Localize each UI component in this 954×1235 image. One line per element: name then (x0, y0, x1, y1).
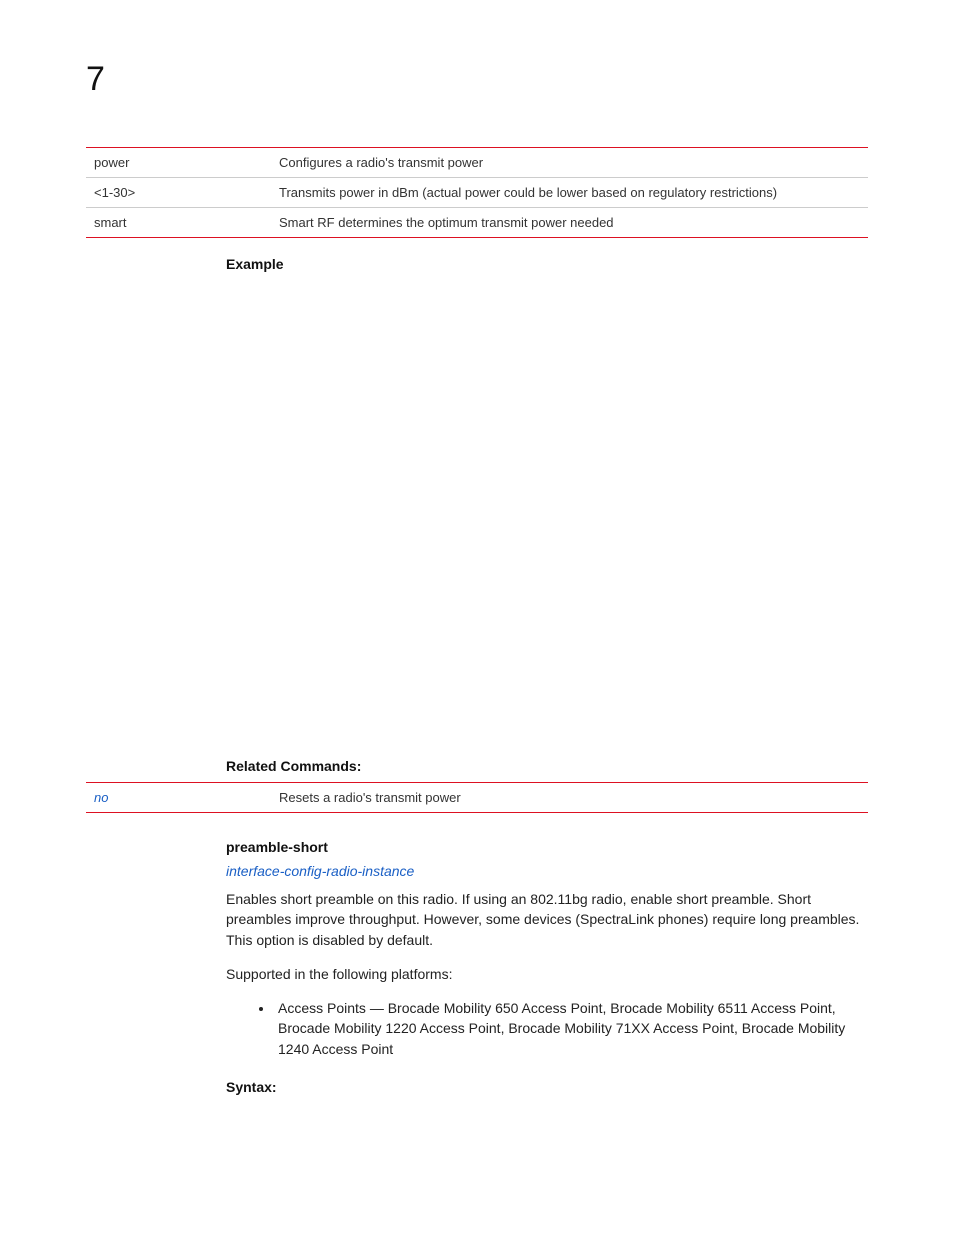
platform-list: Access Points — Brocade Mobility 650 Acc… (226, 998, 868, 1059)
list-item: Access Points — Brocade Mobility 650 Acc… (274, 998, 868, 1059)
example-heading: Example (226, 256, 868, 272)
table-row: no Resets a radio's transmit power (86, 783, 868, 813)
preamble-short-heading: preamble-short (226, 839, 868, 855)
related-cmd-desc: Resets a radio's transmit power (271, 783, 868, 813)
param-name: smart (86, 208, 271, 238)
related-heading: Related Commands: (226, 758, 868, 774)
parameter-table: power Configures a radio's transmit powe… (86, 147, 868, 238)
syntax-heading: Syntax: (226, 1079, 868, 1095)
param-desc: Smart RF determines the optimum transmit… (271, 208, 868, 238)
param-desc: Transmits power in dBm (actual power cou… (271, 178, 868, 208)
table-row: smart Smart RF determines the optimum tr… (86, 208, 868, 238)
table-row: <1-30> Transmits power in dBm (actual po… (86, 178, 868, 208)
interface-config-link[interactable]: interface-config-radio-instance (226, 863, 868, 879)
related-cmd-link[interactable]: no (86, 783, 271, 813)
param-name: power (86, 148, 271, 178)
chapter-number: 7 (86, 60, 868, 99)
table-row: power Configures a radio's transmit powe… (86, 148, 868, 178)
related-commands-table: no Resets a radio's transmit power (86, 782, 868, 813)
param-desc: Configures a radio's transmit power (271, 148, 868, 178)
preamble-description: Enables short preamble on this radio. If… (226, 889, 868, 950)
platform-intro: Supported in the following platforms: (226, 964, 868, 984)
param-name: <1-30> (86, 178, 271, 208)
